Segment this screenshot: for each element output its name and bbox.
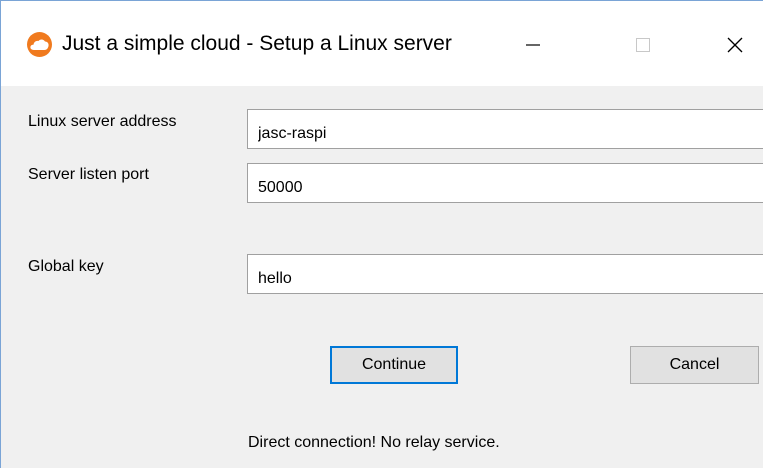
window-title: Just a simple cloud - Setup a Linux serv… (62, 32, 452, 55)
close-icon (727, 37, 743, 53)
listen-port-input[interactable] (247, 163, 763, 203)
server-address-input[interactable] (247, 109, 763, 149)
minimize-icon (526, 44, 540, 46)
maximize-button[interactable] (620, 26, 666, 64)
title-bar[interactable]: Just a simple cloud - Setup a Linux serv… (1, 1, 763, 86)
maximize-icon (636, 38, 650, 52)
setup-window: Just a simple cloud - Setup a Linux serv… (0, 0, 763, 468)
close-button[interactable] (712, 26, 758, 64)
global-key-input[interactable] (247, 254, 763, 294)
minimize-button[interactable] (510, 26, 556, 64)
global-key-label: Global key (28, 258, 104, 275)
listen-port-label: Server listen port (28, 166, 149, 183)
cloud-icon (27, 32, 52, 57)
continue-button[interactable]: Continue (330, 346, 458, 384)
status-message: Direct connection! No relay service. (248, 434, 500, 451)
cancel-button[interactable]: Cancel (630, 346, 759, 384)
server-address-label: Linux server address (28, 113, 177, 130)
